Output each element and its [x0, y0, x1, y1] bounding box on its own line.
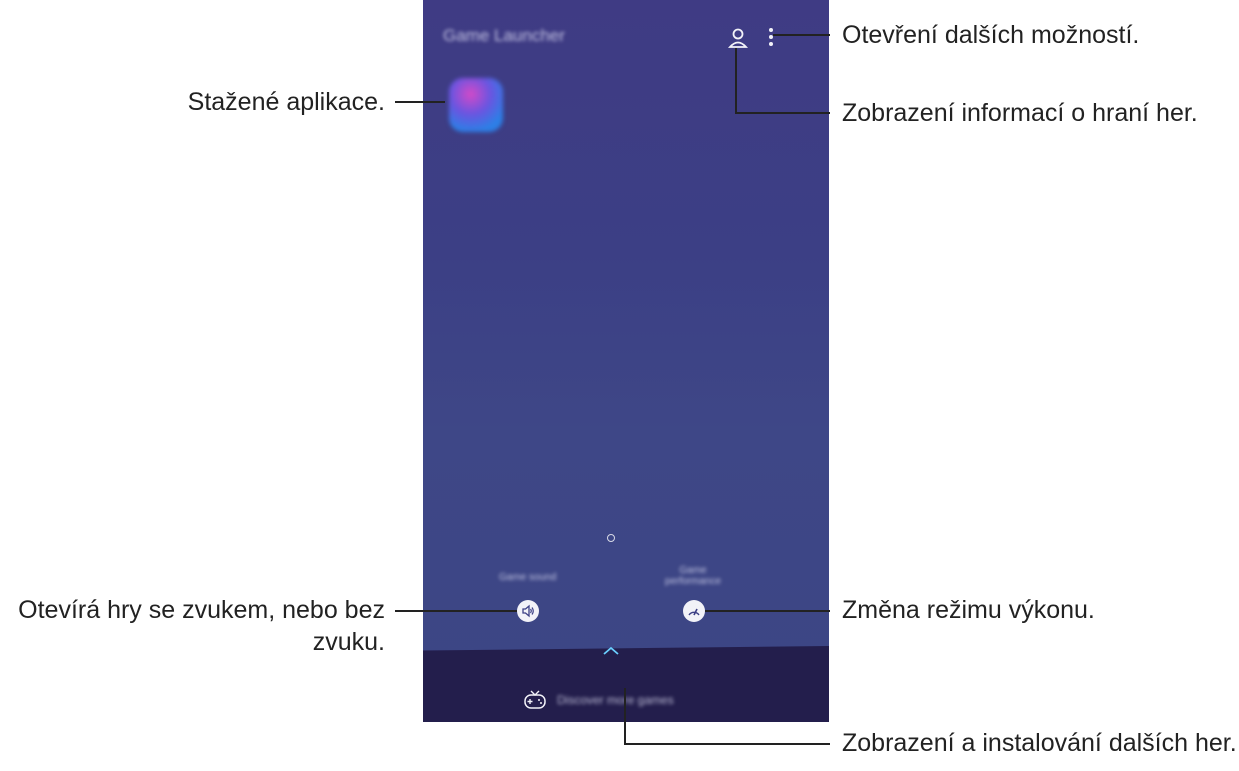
callout-sound-line1: Otevírá hry se zvukem, nebo bez — [18, 596, 385, 624]
performance-label: Game performance — [664, 565, 722, 587]
callout-game-info: Zobrazení informací o hraní her. — [842, 99, 1198, 127]
discover-label: Discover more games — [557, 693, 674, 707]
expand-button[interactable] — [601, 644, 621, 658]
app-icon — [449, 78, 503, 132]
sound-button[interactable] — [517, 600, 539, 622]
callout-sound-line2: zvuku. — [312, 628, 385, 656]
leader-game-info-v — [735, 48, 737, 114]
leader-discover-h — [624, 743, 830, 745]
performance-icon — [688, 608, 700, 616]
profile-button[interactable] — [727, 26, 749, 50]
chevron-up-icon — [603, 646, 619, 655]
sound-icon — [522, 604, 534, 618]
gamepad-icon — [524, 690, 546, 709]
leader-game-info-h — [735, 112, 830, 114]
discover-more-games-button[interactable]: Discover more games — [523, 686, 753, 716]
performance-button[interactable] — [683, 600, 705, 622]
sound-label: Game sound — [499, 572, 557, 583]
downloaded-app[interactable] — [423, 0, 543, 160]
callout-more-options: Otevření dalších možností. — [842, 21, 1140, 49]
leader-sound — [395, 610, 517, 612]
more-options-button[interactable] — [763, 26, 779, 50]
leader-more-options — [773, 34, 830, 36]
leader-downloaded-apps — [395, 101, 445, 103]
callout-performance: Změna režimu výkonu. — [842, 596, 1095, 624]
more-options-icon — [769, 28, 773, 46]
profile-icon — [727, 28, 749, 48]
leader-performance — [705, 610, 830, 612]
callout-downloaded-apps: Stažené aplikace. — [187, 88, 385, 116]
game-launcher-screen: Game Launcher Game sound Game performanc… — [423, 0, 829, 722]
page-indicator — [607, 534, 615, 542]
leader-discover-v — [624, 688, 626, 745]
callout-discover: Zobrazení a instalování dalších her. — [842, 729, 1237, 757]
